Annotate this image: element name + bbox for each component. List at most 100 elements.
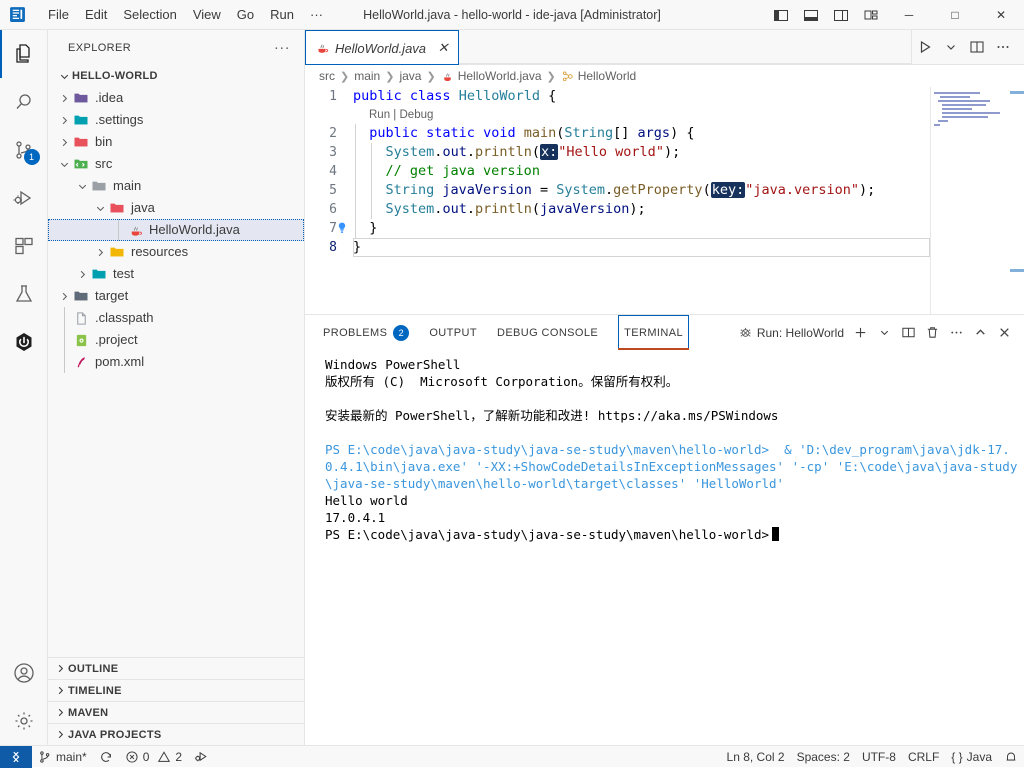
panel-more-actions-ellipsis-icon[interactable] xyxy=(944,319,968,347)
activity-testing[interactable] xyxy=(0,270,48,318)
breadcrumb-item-src[interactable]: src xyxy=(319,69,335,83)
chevron-down-icon[interactable] xyxy=(74,175,90,197)
explorer-tree[interactable]: HELLO-WORLD .idea .settings bin src main java… xyxy=(48,65,304,657)
menu-more[interactable]: ··· xyxy=(302,3,331,26)
tree-item--project[interactable]: .project xyxy=(48,329,304,351)
split-terminal-icon[interactable] xyxy=(896,319,920,347)
activity-explorer[interactable] xyxy=(0,30,48,78)
code-line-5[interactable]: 5 String javaVersion = System.getPropert… xyxy=(305,181,1024,200)
split-editor-right-button[interactable] xyxy=(964,30,990,65)
activity-source-control[interactable]: 1 xyxy=(0,126,48,174)
breadcrumb-item-main[interactable]: main xyxy=(354,69,380,83)
chevron-right-icon[interactable] xyxy=(52,702,68,724)
chevron-right-icon[interactable] xyxy=(92,241,108,263)
terminal-selector[interactable]: Run: HelloWorld xyxy=(738,325,844,340)
chevron-right-icon[interactable] xyxy=(52,724,68,746)
chevron-right-icon[interactable] xyxy=(56,109,72,131)
sidebar-section-outline[interactable]: OUTLINE xyxy=(48,657,304,679)
code-line-8[interactable]: 8} xyxy=(305,238,1024,257)
status-branch[interactable]: main* xyxy=(32,746,93,768)
menu-file[interactable]: File xyxy=(40,3,77,26)
customize-layout-icon[interactable] xyxy=(856,0,886,30)
maximize-panel-chevron-up-icon[interactable] xyxy=(968,319,992,347)
status-notifications[interactable] xyxy=(998,746,1024,768)
tree-item-bin[interactable]: bin xyxy=(48,131,304,153)
chevron-right-icon[interactable] xyxy=(52,680,68,702)
code-line-content[interactable]: System.out.println(x:"Hello world"); xyxy=(353,143,1024,162)
chevron-right-icon[interactable] xyxy=(56,285,72,307)
breadcrumb-item-java[interactable]: java xyxy=(399,69,421,83)
window-close-button[interactable]: ✕ xyxy=(978,0,1024,30)
tree-item-resources[interactable]: resources xyxy=(48,241,304,263)
chevron-right-icon[interactable] xyxy=(74,263,90,285)
code-line-3[interactable]: 3 System.out.println(x:"Hello world"); xyxy=(305,143,1024,162)
code-lens-debug-link[interactable]: Debug xyxy=(400,109,434,121)
activity-search[interactable] xyxy=(0,78,48,126)
menu-edit[interactable]: Edit xyxy=(77,3,115,26)
tree-root-hello-world[interactable]: HELLO-WORLD xyxy=(48,65,304,87)
activity-accounts[interactable] xyxy=(0,649,48,697)
tab-problems[interactable]: PROBLEMS 2 xyxy=(323,315,410,350)
status-run-java[interactable] xyxy=(188,746,215,768)
status-problems[interactable]: 0 2 xyxy=(119,746,188,768)
minimap-slider[interactable] xyxy=(930,87,1010,314)
code-line-content[interactable]: // get java version xyxy=(353,162,1024,181)
status-indentation[interactable]: Spaces: 2 xyxy=(791,746,856,768)
breadcrumb-item-file[interactable]: HelloWorld.java xyxy=(441,69,542,83)
tree-item-java[interactable]: java xyxy=(48,197,304,219)
chevron-down-icon[interactable] xyxy=(56,65,72,87)
status-language-mode[interactable]: { } Java xyxy=(945,746,998,768)
menu-selection[interactable]: Selection xyxy=(115,3,184,26)
code-line-content[interactable]: } xyxy=(338,219,1024,238)
chevron-down-icon[interactable] xyxy=(56,153,72,175)
code-line-6[interactable]: 6 System.out.println(javaVersion); xyxy=(305,200,1024,219)
status-sync-changes[interactable] xyxy=(93,746,119,768)
chevron-right-icon[interactable] xyxy=(56,87,72,109)
breadcrumb[interactable]: src ❯ main ❯ java ❯ HelloWorld.java ❯ He… xyxy=(305,65,1024,87)
code-line-7[interactable]: 7 } xyxy=(305,219,1024,238)
code-line-content[interactable]: public class HelloWorld { xyxy=(353,87,1024,106)
tab-debug-console[interactable]: DEBUG CONSOLE xyxy=(497,315,598,350)
code-line-content[interactable]: System.out.println(javaVersion); xyxy=(353,200,1024,219)
activity-run-and-debug[interactable] xyxy=(0,174,48,222)
sidebar-more-actions-button[interactable]: ··· xyxy=(268,40,296,55)
chevron-down-icon[interactable] xyxy=(92,197,108,219)
close-panel-icon[interactable] xyxy=(992,319,1016,347)
code-line-content[interactable]: public static void main(String[] args) { xyxy=(353,124,1024,143)
menu-run[interactable]: Run xyxy=(262,3,302,26)
toggle-panel-icon[interactable] xyxy=(796,0,826,30)
minimap[interactable] xyxy=(930,87,1010,314)
tab-close-button[interactable]: ✕ xyxy=(434,39,452,57)
tab-helloworld-java[interactable]: HelloWorld.java ✕ xyxy=(305,30,460,65)
tree-item-target[interactable]: target xyxy=(48,285,304,307)
tree-item-main[interactable]: main xyxy=(48,175,304,197)
run-options-chevron-down-icon[interactable] xyxy=(938,30,964,65)
terminal-profile-chevron-down-icon[interactable] xyxy=(872,319,896,347)
menu-view[interactable]: View xyxy=(185,3,229,26)
sidebar-section-timeline[interactable]: TIMELINE xyxy=(48,679,304,701)
tree-item--idea[interactable]: .idea xyxy=(48,87,304,109)
breadcrumb-item-symbol[interactable]: HelloWorld xyxy=(561,69,636,83)
window-minimize-button[interactable]: ─ xyxy=(886,0,932,30)
code-lens-run-link[interactable]: Run xyxy=(369,109,390,121)
remote-window-icon[interactable] xyxy=(0,745,32,768)
sidebar-section-maven[interactable]: MAVEN xyxy=(48,701,304,723)
chevron-right-icon[interactable] xyxy=(56,131,72,153)
status-eol[interactable]: CRLF xyxy=(902,746,945,768)
code-line-2[interactable]: 2 public static void main(String[] args)… xyxy=(305,124,1024,143)
tab-terminal[interactable]: TERMINAL xyxy=(618,315,689,350)
code-line-4[interactable]: 4 // get java version xyxy=(305,162,1024,181)
toggle-primary-sidebar-icon[interactable] xyxy=(766,0,796,30)
window-maximize-button[interactable]: □ xyxy=(932,0,978,30)
code-line-1[interactable]: 1 public class HelloWorld { xyxy=(305,87,1024,106)
activity-node-dependencies[interactable] xyxy=(0,318,48,366)
toggle-secondary-sidebar-icon[interactable] xyxy=(826,0,856,30)
activity-manage-gear-icon[interactable] xyxy=(0,697,48,745)
code-line-content[interactable]: String javaVersion = System.getProperty(… xyxy=(353,181,1024,200)
editor-scrollbar[interactable] xyxy=(1010,87,1024,314)
tree-item-helloworld-java[interactable]: HelloWorld.java xyxy=(48,219,304,241)
terminal-output[interactable]: Windows PowerShell 版权所有 (C) Microsoft Cor… xyxy=(305,350,1024,745)
status-editor-position[interactable]: Ln 8, Col 2 xyxy=(721,746,791,768)
code-editor[interactable]: 1 public class HelloWorld {Run | Debug 2 p… xyxy=(305,87,1024,314)
kill-terminal-trash-icon[interactable] xyxy=(920,319,944,347)
